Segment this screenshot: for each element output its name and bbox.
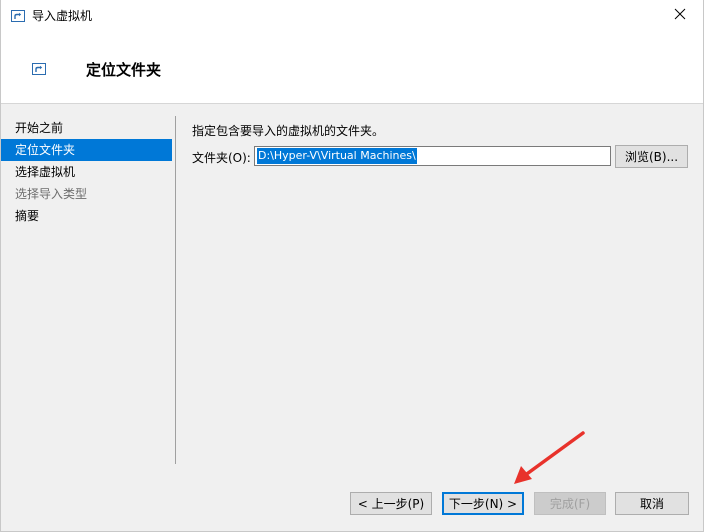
instruction-text: 指定包含要导入的虚拟机的文件夹。 (192, 124, 385, 138)
folder-path-value: D:\Hyper-V\Virtual Machines\ (257, 148, 417, 164)
page-title: 定位文件夹 (86, 61, 162, 79)
nav-item-before-you-begin[interactable]: 开始之前 (1, 117, 172, 139)
annotation-arrow-icon (514, 431, 585, 484)
close-icon (674, 8, 686, 23)
nav-item-summary[interactable]: 摘要 (1, 205, 172, 227)
folder-path-input[interactable]: D:\Hyper-V\Virtual Machines\ (254, 146, 611, 166)
page-header: 定位文件夹 (1, 31, 703, 104)
import-vm-icon (31, 61, 47, 77)
folder-label: 文件夹(O): (192, 151, 251, 165)
finish-button: 完成(F) (534, 492, 606, 515)
previous-button[interactable]: < 上一步(P) (350, 492, 432, 515)
nav-item-locate-folder[interactable]: 定位文件夹 (1, 139, 172, 161)
import-vm-dialog: 导入虚拟机 定位文件夹 开始之前 定位文件夹 选择虚拟机 选择导入类型 摘要 指 (0, 0, 704, 532)
nav-divider (175, 116, 176, 464)
close-button[interactable] (657, 0, 703, 31)
browse-button[interactable]: 浏览(B)... (615, 145, 688, 168)
window-title: 导入虚拟机 (32, 9, 93, 23)
cancel-button[interactable]: 取消 (615, 492, 689, 515)
nav-item-select-vm[interactable]: 选择虚拟机 (1, 161, 172, 183)
wizard-steps-nav: 开始之前 定位文件夹 选择虚拟机 选择导入类型 摘要 (1, 117, 172, 227)
next-button[interactable]: 下一步(N) > (442, 492, 524, 515)
title-bar: 导入虚拟机 (1, 0, 703, 31)
import-vm-icon (10, 8, 26, 24)
nav-item-import-type: 选择导入类型 (15, 187, 88, 201)
